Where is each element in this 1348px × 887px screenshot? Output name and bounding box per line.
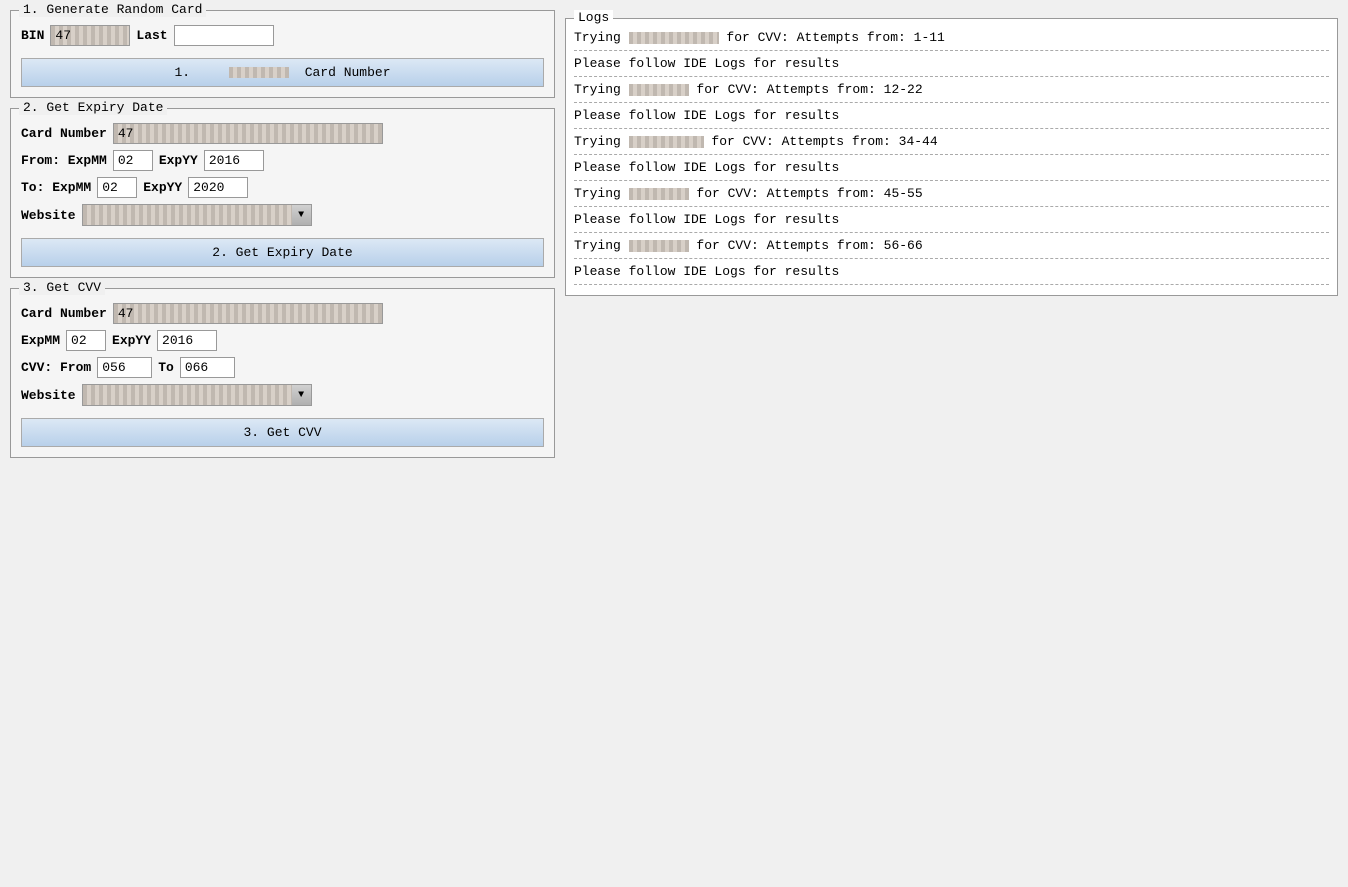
bin-label: BIN bbox=[21, 28, 44, 43]
section2-from-mm-input[interactable] bbox=[113, 150, 153, 171]
section3-dropdown-arrow-icon[interactable]: ▼ bbox=[292, 384, 312, 406]
log-masked-9 bbox=[629, 240, 689, 252]
section3-website-label: Website bbox=[21, 388, 76, 403]
section2-to-label: To: ExpMM bbox=[21, 180, 91, 195]
last-input[interactable] bbox=[174, 25, 274, 46]
log-line-9: Trying for CVV: Attempts from: 56-66 bbox=[574, 235, 1329, 256]
log-divider-10 bbox=[574, 284, 1329, 285]
log-divider-3 bbox=[574, 102, 1329, 103]
section2-title: 2. Get Expiry Date bbox=[19, 100, 167, 115]
section3-cvv-to-label: To bbox=[158, 360, 174, 375]
section2-card-number-label: Card Number bbox=[21, 126, 107, 141]
section3-title: 3. Get CVV bbox=[19, 280, 105, 295]
section3-website-wrapper: ▼ bbox=[82, 384, 312, 406]
section2-website-wrapper: ▼ bbox=[82, 204, 312, 226]
log-divider-1 bbox=[574, 50, 1329, 51]
section3-cvv-from-input[interactable] bbox=[97, 357, 152, 378]
log-divider-2 bbox=[574, 76, 1329, 77]
section3-expmm-label: ExpMM bbox=[21, 333, 60, 348]
section2-website-label: Website bbox=[21, 208, 76, 223]
log-line-7: Trying for CVV: Attempts from: 45-55 bbox=[574, 183, 1329, 204]
section2-card-number-input[interactable] bbox=[113, 123, 383, 144]
section2-to-yy-label: ExpYY bbox=[143, 180, 182, 195]
section-generate-card: 1. Generate Random Card BIN Last 1. Card… bbox=[10, 10, 555, 98]
logs-content: Trying for CVV: Attempts from: 1-11 Plea… bbox=[574, 27, 1329, 285]
section2-from-yy-input[interactable] bbox=[204, 150, 264, 171]
log-divider-7 bbox=[574, 206, 1329, 207]
section2-from-yy-label: ExpYY bbox=[159, 153, 198, 168]
last-label: Last bbox=[136, 28, 167, 43]
section3-expyy-input[interactable] bbox=[157, 330, 217, 351]
log-line-10: Please follow IDE Logs for results bbox=[574, 261, 1329, 282]
log-divider-6 bbox=[574, 180, 1329, 181]
log-divider-4 bbox=[574, 128, 1329, 129]
log-line-3: Trying for CVV: Attempts from: 12-22 bbox=[574, 79, 1329, 100]
generate-card-button[interactable]: 1. Card Number bbox=[21, 58, 544, 87]
section2-dropdown-arrow-icon[interactable]: ▼ bbox=[292, 204, 312, 226]
logs-panel: Logs Trying for CVV: Attempts from: 1-11… bbox=[565, 18, 1338, 296]
logs-title: Logs bbox=[574, 10, 613, 25]
log-line-8: Please follow IDE Logs for results bbox=[574, 209, 1329, 230]
section3-cvv-to-input[interactable] bbox=[180, 357, 235, 378]
get-cvv-button[interactable]: 3. Get CVV bbox=[21, 418, 544, 447]
log-masked-1 bbox=[629, 32, 719, 44]
log-divider-9 bbox=[574, 258, 1329, 259]
section3-card-number-label: Card Number bbox=[21, 306, 107, 321]
log-line-4: Please follow IDE Logs for results bbox=[574, 105, 1329, 126]
section3-card-number-input[interactable] bbox=[113, 303, 383, 324]
section3-cvv-from-label: CVV: From bbox=[21, 360, 91, 375]
log-line-5: Trying for CVV: Attempts from: 34-44 bbox=[574, 131, 1329, 152]
section3-expmm-input[interactable] bbox=[66, 330, 106, 351]
log-line-1: Trying for CVV: Attempts from: 1-11 bbox=[574, 27, 1329, 48]
log-line-6: Please follow IDE Logs for results bbox=[574, 157, 1329, 178]
log-line-2: Please follow IDE Logs for results bbox=[574, 53, 1329, 74]
log-divider-5 bbox=[574, 154, 1329, 155]
section-expiry-date: 2. Get Expiry Date Card Number From: Exp… bbox=[10, 108, 555, 278]
bin-input[interactable] bbox=[50, 25, 130, 46]
log-masked-3 bbox=[629, 84, 689, 96]
section3-website-select[interactable] bbox=[82, 384, 312, 406]
section2-to-mm-input[interactable] bbox=[97, 177, 137, 198]
get-expiry-date-button[interactable]: 2. Get Expiry Date bbox=[21, 238, 544, 267]
log-masked-5 bbox=[629, 136, 704, 148]
section2-to-yy-input[interactable] bbox=[188, 177, 248, 198]
section2-website-select[interactable] bbox=[82, 204, 312, 226]
section3-expyy-label: ExpYY bbox=[112, 333, 151, 348]
section1-title: 1. Generate Random Card bbox=[19, 2, 206, 17]
section2-from-label: From: ExpMM bbox=[21, 153, 107, 168]
log-masked-7 bbox=[629, 188, 689, 200]
section-get-cvv: 3. Get CVV Card Number ExpMM ExpYY CVV: … bbox=[10, 288, 555, 458]
log-divider-8 bbox=[574, 232, 1329, 233]
